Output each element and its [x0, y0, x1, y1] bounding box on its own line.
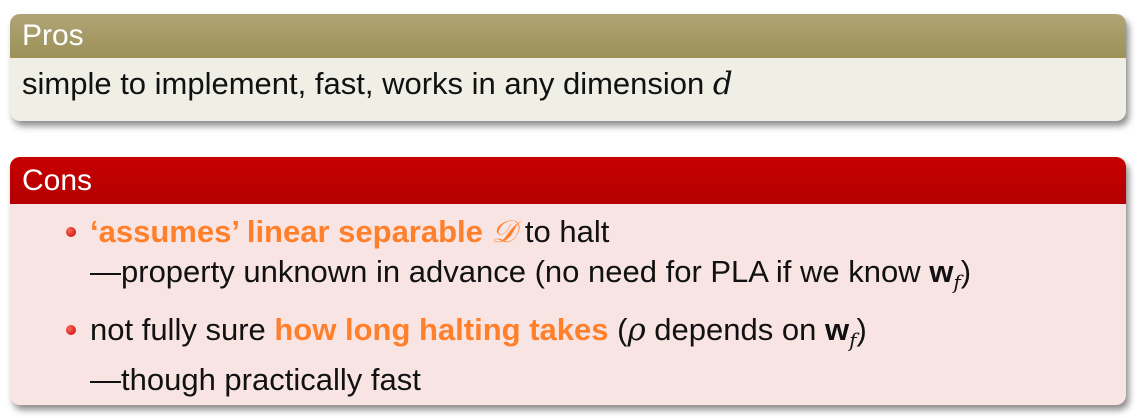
dataset-symbol: 𝒟 [491, 214, 517, 250]
cons-item-2-line1: not fully sure how long halting takes (ρ… [90, 310, 1126, 360]
cons-block: Cons ‘assumes’ linear separable 𝒟 to hal… [10, 157, 1126, 405]
pros-title: Pros [10, 14, 1126, 58]
paren-open: ( [608, 312, 628, 348]
pros-body: simple to implement, fast, works in any … [10, 58, 1126, 118]
not-fully-sure-text: not fully sure [90, 312, 275, 348]
close-paren: ) [856, 312, 867, 348]
w-symbol: w [929, 254, 954, 289]
close-paren: ) [960, 254, 972, 289]
rho-symbol: ρ [627, 312, 646, 349]
bullet-icon [66, 227, 76, 237]
depends-on-text: depends on [645, 312, 825, 348]
cons-body: ‘assumes’ linear separable 𝒟 to halt —pr… [10, 204, 1126, 400]
cons-item-1-line2: —property unknown in advance (no need fo… [90, 252, 1126, 302]
pros-block: Pros simple to implement, fast, works in… [10, 14, 1126, 121]
cons-item-1-line1: ‘assumes’ linear separable 𝒟 to halt [90, 212, 1126, 252]
cons-item-2: not fully sure how long halting takes (ρ… [10, 310, 1126, 400]
halting-highlight: how long halting takes [274, 312, 609, 348]
cons-item-2-line2: —though practically fast [90, 362, 421, 398]
to-halt-text: to halt [516, 214, 610, 249]
bullet-icon [66, 325, 76, 336]
cons-title: Cons [10, 157, 1126, 204]
w-symbol: w [824, 312, 850, 348]
pros-text: simple to implement, fast, works in any … [22, 66, 713, 101]
assumes-highlight: ‘assumes’ linear separable [90, 214, 492, 249]
cons-item-1: ‘assumes’ linear separable 𝒟 to halt —pr… [10, 212, 1126, 302]
pros-var: d [712, 66, 733, 102]
property-unknown-text: —property unknown in advance (no need fo… [90, 254, 930, 289]
w-subscript: f [953, 270, 961, 295]
